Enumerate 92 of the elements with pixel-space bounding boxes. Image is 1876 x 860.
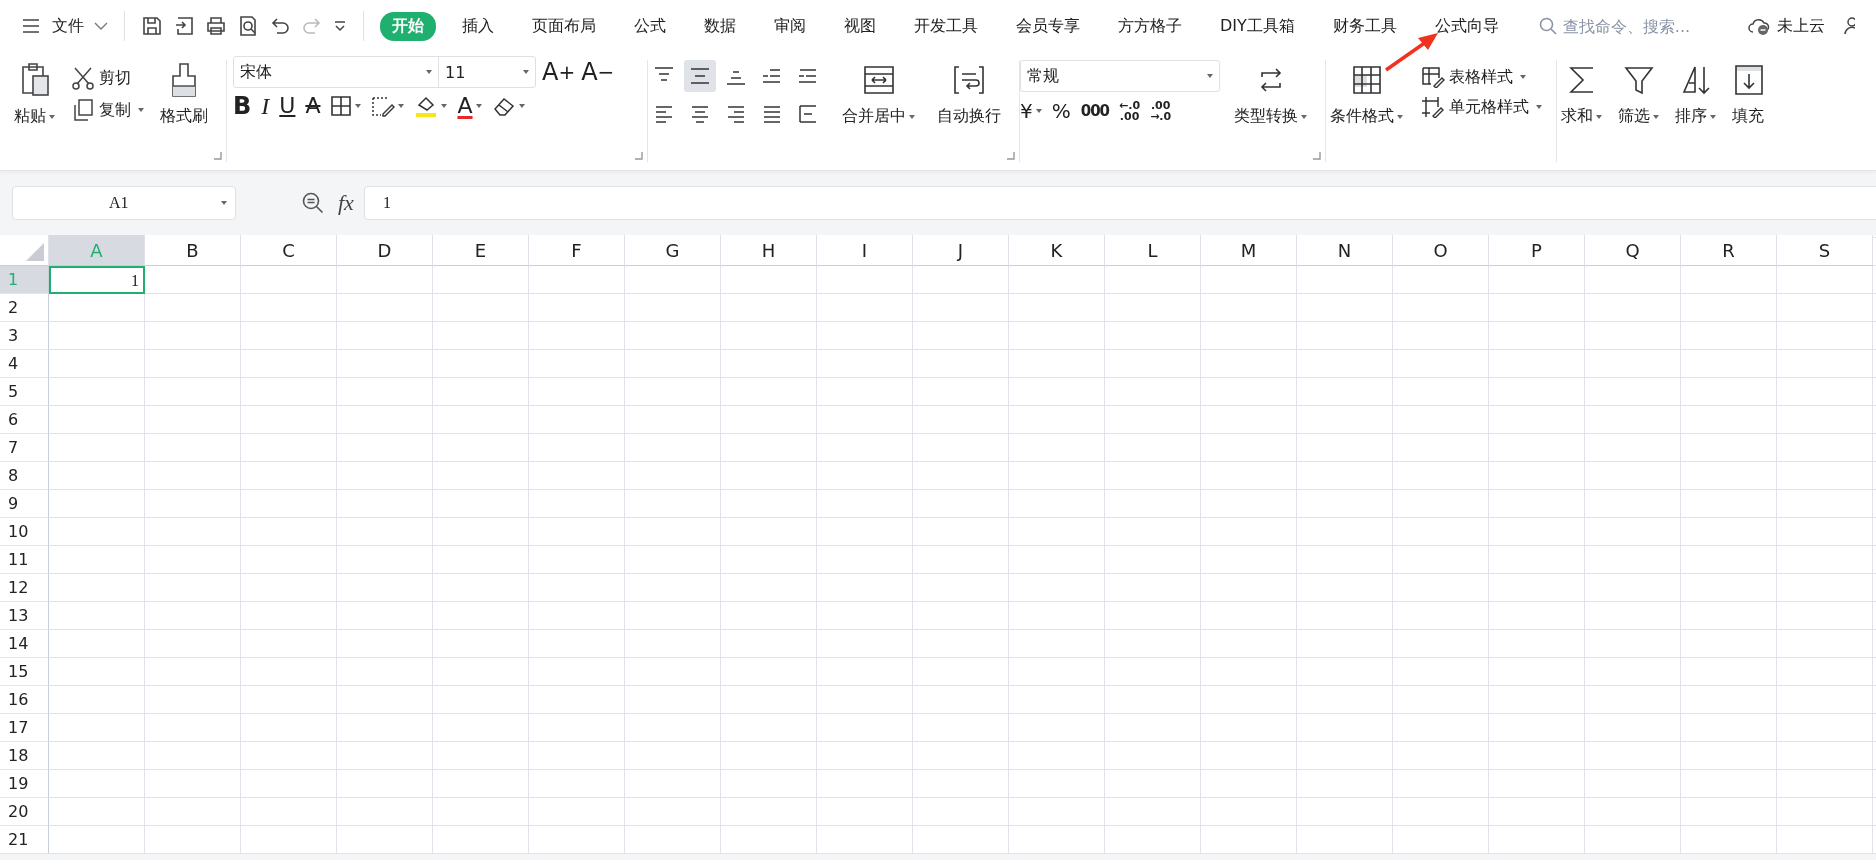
increase-decimal-button[interactable]: ←.0 .00 [1119, 100, 1141, 122]
table-brush-icon [1421, 66, 1445, 88]
column-header[interactable]: J [913, 235, 1009, 266]
ribbon-tab[interactable]: 页面布局 [520, 11, 608, 41]
column-header[interactable]: Q [1585, 235, 1681, 266]
italic-button[interactable]: I [261, 94, 270, 118]
fill-button[interactable]: 填充 [1728, 56, 1768, 133]
arrow-annotation [1385, 33, 1438, 72]
cut-button[interactable]: 剪切 [71, 66, 144, 90]
column-header[interactable]: P [1489, 235, 1585, 266]
column-header[interactable]: N [1297, 235, 1393, 266]
percent-button[interactable]: % [1051, 101, 1071, 121]
column-header[interactable]: G [625, 235, 721, 266]
ribbon-tab[interactable]: DIY工具箱 [1208, 11, 1307, 41]
cell-style-button[interactable]: 单元格样式 [1421, 96, 1542, 118]
selected-cell[interactable]: 1 [49, 266, 145, 294]
decrease-decimal-button[interactable]: .00 →.0 [1150, 100, 1172, 122]
cell-brush-icon [1421, 96, 1445, 118]
borders-button[interactable] [330, 95, 362, 117]
paint-bucket-icon [414, 94, 439, 118]
column-header[interactable]: E [433, 235, 529, 266]
column-header[interactable]: R [1681, 235, 1777, 266]
more-icon[interactable] [333, 19, 347, 33]
number-format-dropdown[interactable]: 常规 [1020, 60, 1220, 92]
fill-down-icon [1733, 62, 1763, 98]
paste-button[interactable]: 粘贴 [10, 56, 59, 133]
search-icon [1538, 17, 1557, 35]
format-painter-button[interactable]: 格式刷 [156, 56, 212, 133]
column-header[interactable]: I [817, 235, 913, 266]
insert-function-button[interactable]: fx [338, 190, 354, 216]
column-header[interactable]: S [1777, 235, 1873, 266]
type-convert-button[interactable]: 类型转换 [1230, 56, 1311, 133]
filter-button[interactable]: 筛选 [1614, 56, 1663, 133]
table-style-button[interactable]: 表格样式 [1421, 66, 1542, 88]
eraser-icon [491, 95, 516, 117]
strikethrough-button[interactable]: A [305, 95, 321, 117]
underline-button[interactable]: U [279, 95, 296, 117]
column-header[interactable]: H [721, 235, 817, 266]
font-size-dropdown[interactable]: 11 [438, 56, 536, 88]
ribbon-tab[interactable]: 公式 [622, 11, 678, 41]
column-header[interactable]: C [241, 235, 337, 266]
scissors-icon [71, 66, 95, 90]
copy-button[interactable]: 复制 [71, 98, 144, 122]
ribbon-tab[interactable]: 审阅 [762, 11, 818, 41]
print-icon[interactable] [205, 15, 227, 37]
ribbon-tab[interactable]: 财务工具 [1320, 11, 1409, 41]
print-preview-icon[interactable] [237, 15, 259, 37]
column-header[interactable]: L [1105, 235, 1201, 266]
sort-button[interactable]: 排序 [1671, 56, 1720, 133]
export-icon[interactable] [173, 15, 195, 37]
menu-icon[interactable] [22, 19, 40, 33]
thousands-separator-button[interactable]: 000 [1080, 103, 1110, 119]
column-header[interactable]: B [145, 235, 241, 266]
cell-format-button[interactable] [371, 95, 405, 117]
bold-button[interactable]: B [233, 94, 252, 118]
currency-button[interactable]: ¥ [1020, 101, 1042, 121]
sum-button[interactable]: 求和 [1557, 56, 1606, 133]
ribbon-tab[interactable]: 公式向导 [1422, 11, 1511, 41]
column-header[interactable]: O [1393, 235, 1489, 266]
copy-icon [71, 98, 95, 122]
column-header[interactable]: D [337, 235, 433, 266]
ribbon-tab[interactable]: 会员专享 [1004, 11, 1092, 41]
ribbon-tab[interactable]: 插入 [450, 11, 506, 41]
dotted-pencil-icon [371, 95, 396, 117]
formula-input[interactable]: 1 [363, 186, 1876, 220]
zoom-out-icon[interactable] [302, 192, 324, 214]
name-box[interactable]: A1 [12, 186, 236, 220]
cloud-icon[interactable] [1746, 16, 1771, 36]
clear-button[interactable] [491, 95, 525, 117]
file-menu[interactable]: 文件 [52, 15, 84, 37]
save-icon[interactable] [141, 15, 163, 37]
column-header[interactable]: K [1009, 235, 1105, 266]
search-field[interactable]: 查找命令、搜索... [1538, 15, 1715, 37]
font-color-button[interactable]: A [457, 95, 482, 117]
undo-icon[interactable] [269, 15, 291, 37]
ribbon-tab[interactable]: 方方格子 [1106, 11, 1194, 41]
column-header[interactable]: F [529, 235, 625, 266]
align-button[interactable] [684, 60, 716, 92]
merge-center-button[interactable]: 合并居中 [838, 56, 919, 133]
chevron-down-icon[interactable] [94, 21, 108, 31]
ribbon-tab[interactable]: 数据 [692, 11, 748, 41]
ribbon-tab[interactable]: 视图 [832, 11, 888, 41]
brush-icon [169, 62, 199, 98]
conditional-format-button[interactable]: 条件格式 [1326, 56, 1407, 133]
user-icon[interactable] [1842, 16, 1855, 36]
fill-color-button[interactable] [414, 94, 448, 118]
font-name-dropdown[interactable]: 宋体 [233, 56, 439, 88]
column-header[interactable]: M [1201, 235, 1297, 266]
ribbon-tab[interactable]: 开发工具 [902, 11, 990, 41]
grid-icon [330, 95, 353, 117]
wrap-text-button[interactable]: 自动换行 [933, 56, 1005, 133]
cloud-status[interactable]: 未上云 [1776, 15, 1825, 37]
